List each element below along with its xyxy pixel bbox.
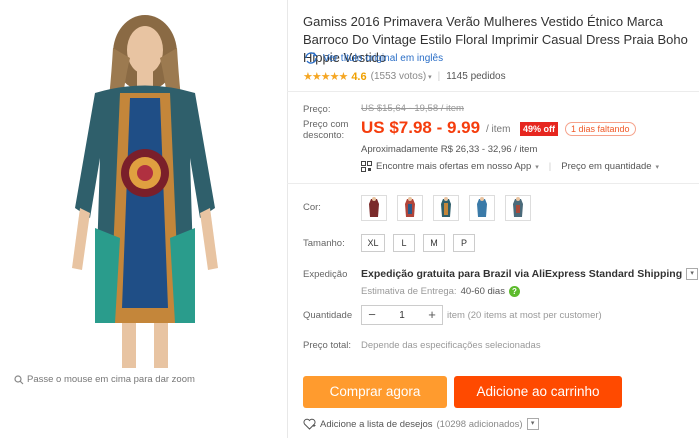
divider (287, 183, 699, 184)
view-original-label: Ver título original em inglês (323, 52, 444, 64)
quantity-input[interactable]: 1 (382, 310, 422, 321)
zoom-hint: Passe o mouse em cima para dar zoom (14, 374, 195, 385)
quantity-stepper: − 1 + (361, 305, 443, 325)
approx-price: Aproximadamente R$ 26,33 - 32,96 / item (361, 144, 538, 155)
zoom-hint-text: Passe o mouse em cima para dar zoom (27, 374, 195, 385)
chevron-down-icon[interactable]: ▾ (526, 418, 539, 430)
delivery-estimate: Estimativa de Entrega: 40-60 dias ? (361, 286, 520, 297)
increase-button[interactable]: + (422, 306, 442, 324)
size-option-xl[interactable]: XL (361, 234, 385, 252)
color-label: Cor: (303, 202, 321, 213)
question-icon[interactable]: ? (508, 286, 520, 297)
size-option-m[interactable]: M (423, 234, 445, 252)
size-label: Tamanho: (303, 238, 345, 249)
wishlist-row[interactable]: Adicione a lista de desejos (10298 adici… (303, 418, 539, 430)
quantity-label: Quantidade (303, 310, 353, 321)
size-option-p[interactable]: P (453, 234, 475, 252)
quantity-price-link[interactable]: Preço em quantidade (561, 161, 651, 172)
color-option[interactable] (469, 195, 495, 221)
dress-thumbnail (369, 197, 379, 217)
rating-stars: ★★★★★ (303, 71, 348, 83)
wishlist-count: (10298 adicionados) (436, 418, 523, 430)
orders-count: 1145 pedidos (446, 71, 506, 82)
divider (287, 91, 699, 92)
dress-thumbnail (405, 197, 415, 217)
discount-label-line1: Preço com (303, 119, 349, 130)
divider (287, 0, 288, 438)
delivery-label: Estimativa de Entrega: (361, 286, 457, 297)
separator: | (548, 161, 552, 172)
decrease-button[interactable]: − (362, 306, 382, 324)
chevron-down-icon[interactable]: ▾ (535, 163, 539, 171)
offers-row: Encontre mais ofertas em nosso App ▾ | P… (361, 161, 659, 172)
dress-thumbnail (513, 197, 523, 217)
view-original-title-link[interactable]: Ver título original em inglês (303, 52, 443, 64)
per-item-label: / item (486, 124, 511, 135)
wishlist-label: Adicione a lista de desejos (320, 418, 433, 430)
quantity-note: item (20 items at most per customer) (447, 310, 602, 321)
color-option[interactable] (505, 195, 531, 221)
time-left-badge: 1 dias faltando (565, 122, 636, 136)
product-gallery: Passe o mouse em cima para dar zoom (0, 0, 285, 438)
separator: | (437, 71, 441, 82)
chevron-down-icon[interactable]: ▾ (426, 73, 432, 81)
color-option[interactable] (433, 195, 459, 221)
qr-code-icon (361, 161, 372, 172)
shipping-label: Expedição (303, 269, 348, 280)
magnifier-icon (14, 374, 24, 384)
price-label: Preço: (303, 104, 331, 115)
buy-now-button[interactable]: Comprar agora (303, 376, 447, 408)
heart-plus-icon (303, 418, 316, 430)
chevron-down-icon[interactable]: ▾ (656, 163, 660, 171)
discount-badge: 49% off (520, 122, 559, 136)
discount-label-line2: desconto: (303, 130, 345, 141)
delivery-days: 40-60 dias (460, 286, 505, 297)
total-label: Preço total: (303, 340, 352, 351)
rating-row: ★★★★★ 4.6 (1553 votos) ▾ | 1145 pedidos (303, 70, 506, 84)
total-note: Depende das especificações selecionadas (361, 340, 541, 351)
color-option[interactable] (397, 195, 423, 221)
original-price: US $15,64 - 19,58 / item (361, 103, 464, 114)
chevron-down-icon[interactable]: ▾ (686, 268, 699, 280)
more-offers-link[interactable]: Encontre mais ofertas em nosso App (376, 161, 531, 172)
votes-link[interactable]: (1553 votos) (371, 71, 427, 82)
shipping-method[interactable]: Expedição gratuita para Brazil via AliEx… (361, 268, 699, 280)
shipping-method-text: Expedição gratuita para Brazil via AliEx… (361, 268, 683, 280)
product-image[interactable] (20, 8, 270, 368)
add-to-cart-button[interactable]: Adicione ao carrinho (454, 376, 622, 408)
dress-thumbnail (477, 197, 487, 217)
dress-thumbnail (441, 197, 451, 217)
color-option[interactable] (361, 195, 387, 221)
discounted-price: US $7.98 - 9.99 (361, 118, 481, 137)
translate-icon (305, 52, 318, 64)
rating-value: 4.6 (351, 70, 367, 83)
size-option-l[interactable]: L (393, 234, 415, 252)
